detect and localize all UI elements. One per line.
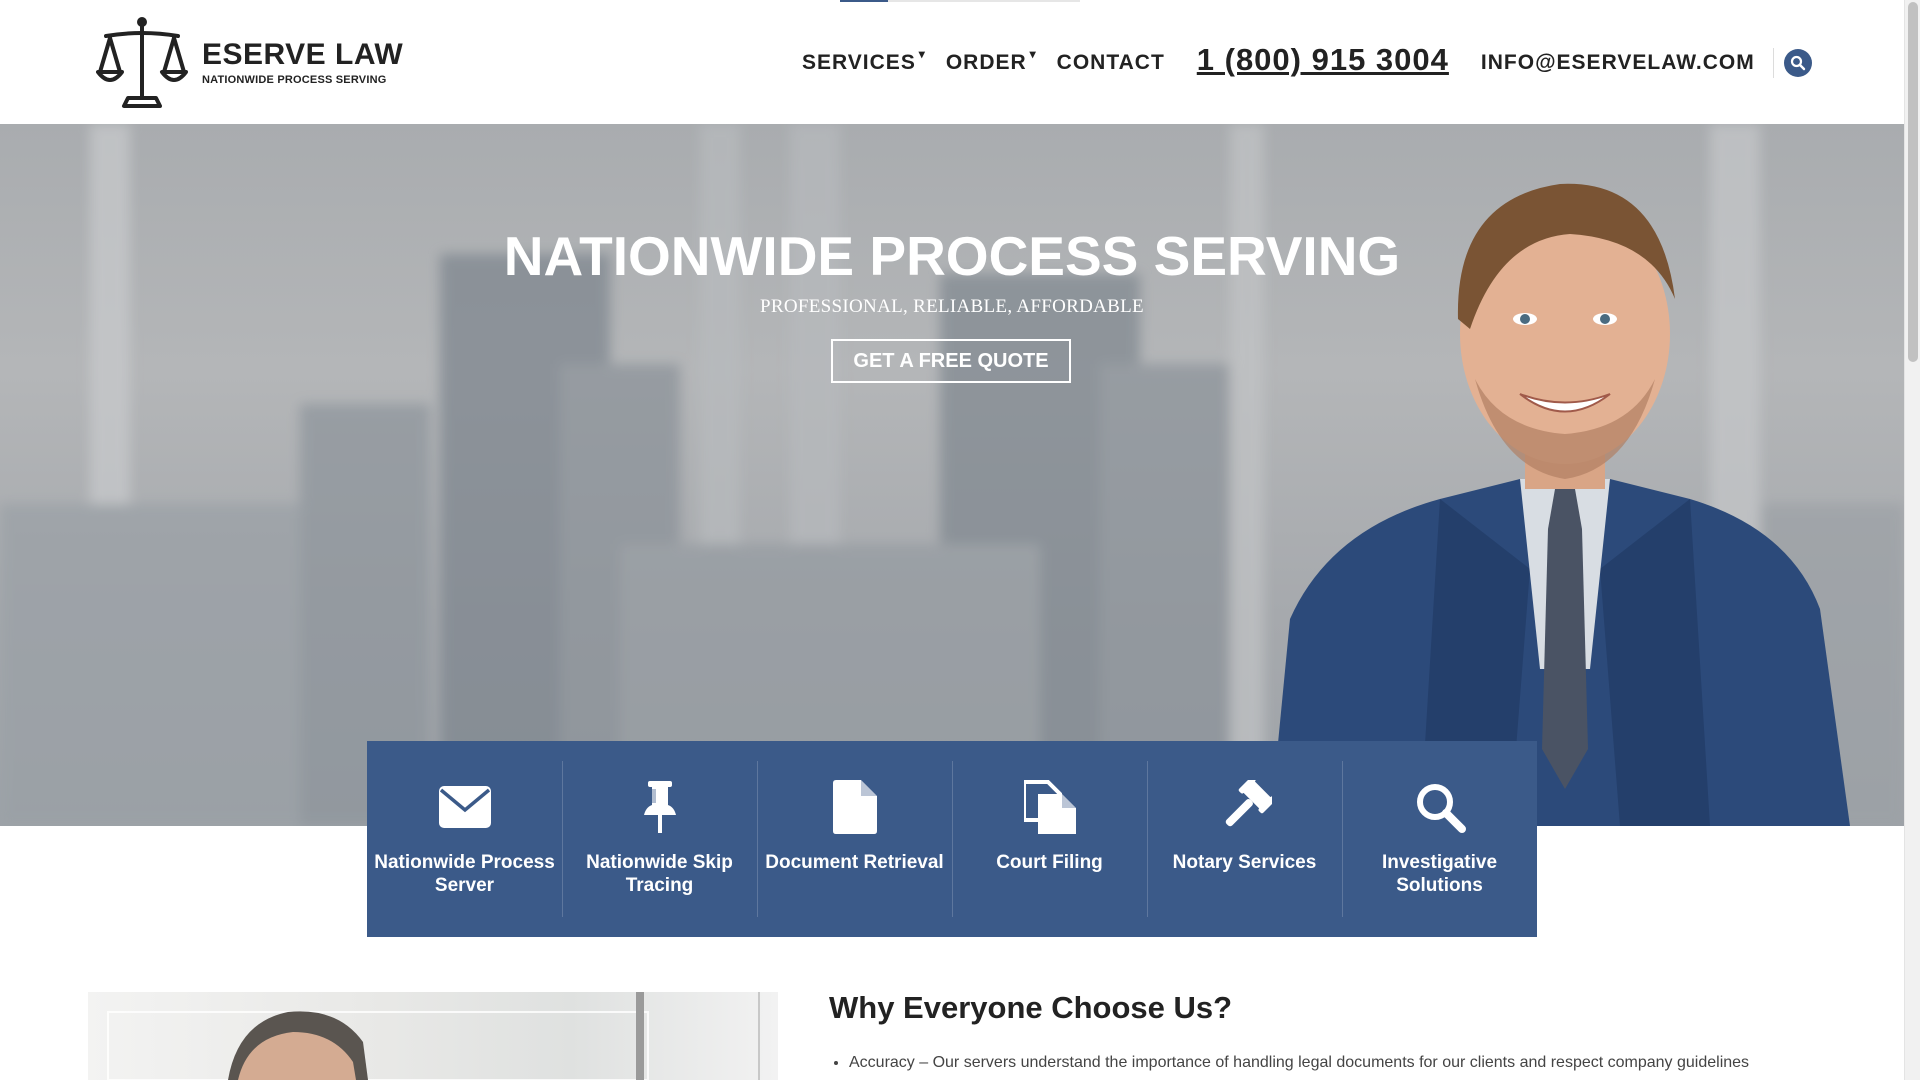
brand-tagline: NATIONWIDE PROCESS SERVING	[202, 73, 387, 86]
service-skip-tracing[interactable]: Nationwide Skip Tracing	[562, 741, 757, 937]
services-bar: Nationwide Process Server Nationwide Ski…	[367, 741, 1537, 937]
nav-contact[interactable]: CONTACT	[1057, 51, 1165, 75]
older-man-photo	[107, 992, 760, 1080]
search-icon	[1790, 55, 1805, 71]
pushpin-icon	[632, 779, 688, 835]
email-link[interactable]: INFO@ESERVELAW.COM	[1481, 51, 1755, 75]
gavel-icon	[1217, 779, 1273, 835]
document-icon	[827, 779, 883, 835]
top-accent-bar	[840, 0, 1080, 2]
envelope-icon	[437, 779, 493, 835]
caret-down-icon: ▾	[918, 47, 926, 61]
service-investigative[interactable]: Investigative Solutions	[1342, 741, 1537, 937]
service-label: Nationwide Skip Tracing	[586, 852, 733, 896]
service-label: Document Retrieval	[765, 852, 944, 873]
why-choose-us-heading: Why Everyone Choose Us?	[829, 990, 1233, 1025]
site-header: ESERVE LAW NATIONWIDE PROCESS SERVING SE…	[0, 0, 1904, 124]
site-logo[interactable]: ESERVE LAW NATIONWIDE PROCESS SERVING	[96, 14, 403, 110]
nav-divider	[1772, 48, 1774, 78]
service-label: Notary Services	[1172, 852, 1317, 873]
nav-order-label: ORDER	[945, 51, 1027, 74]
nav-order[interactable]: ORDER ▾	[945, 47, 1036, 75]
hero-banner: NATIONWIDE PROCESS SERVING PROFESSIONAL,…	[0, 124, 1904, 826]
hero-title: NATIONWIDE PROCESS SERVING	[503, 225, 1401, 287]
service-notary[interactable]: Notary Services	[1147, 741, 1342, 937]
why-choose-us-list: Accuracy – Our servers understand the im…	[849, 1054, 1869, 1072]
page-scrollbar[interactable]	[1904, 0, 1920, 1080]
free-quote-button[interactable]: GET A FREE QUOTE	[831, 339, 1071, 383]
files-icon	[1022, 779, 1078, 835]
office-photo	[88, 992, 778, 1080]
service-label: Investigative Solutions	[1381, 852, 1498, 896]
service-process-server[interactable]: Nationwide Process Server	[367, 741, 562, 937]
hero-subtitle: PROFESSIONAL, RELIABLE, AFFORDABLE	[760, 296, 1144, 317]
nav-services-label: SERVICES	[802, 51, 916, 74]
phone-link[interactable]: 1 (800) 915 3004	[1197, 42, 1449, 78]
service-label: Court Filing	[996, 852, 1103, 873]
list-item: Accuracy – Our servers understand the im…	[849, 1054, 1869, 1072]
nav-services[interactable]: SERVICES ▾	[802, 47, 925, 75]
caret-down-icon: ▾	[1029, 47, 1037, 61]
service-label: Nationwide Process Server	[374, 852, 555, 896]
brand-name: ESERVE LAW	[202, 37, 404, 71]
search-button[interactable]	[1783, 49, 1812, 77]
service-document-retrieval[interactable]: Document Retrieval	[757, 741, 952, 937]
service-court-filing[interactable]: Court Filing	[952, 741, 1147, 937]
magnifier-icon	[1412, 779, 1468, 835]
scrollbar-thumb[interactable]	[1908, 2, 1918, 362]
scales-of-justice-icon	[96, 17, 188, 108]
main-nav: SERVICES ▾ ORDER ▾ CONTACT 1 (800) 915 3…	[802, 42, 1812, 78]
